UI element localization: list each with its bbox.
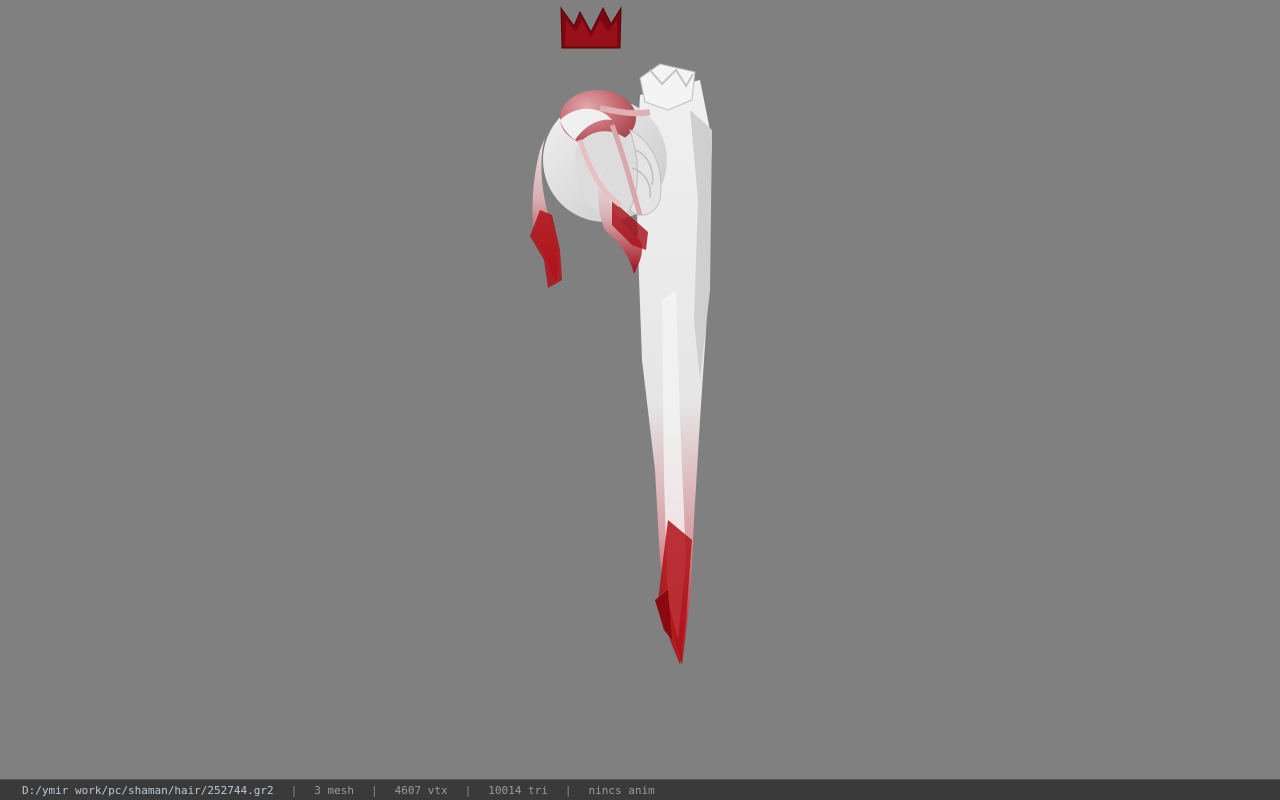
separator: | xyxy=(371,783,378,797)
crown-icon xyxy=(560,6,622,49)
status-bar: D:/ymir work/pc/shaman/hair/252744.gr2 |… xyxy=(0,779,1280,800)
separator: | xyxy=(564,783,572,797)
model-render xyxy=(530,6,712,665)
vertex-count: 4607 vtx xyxy=(394,783,448,797)
mesh-count: 3 mesh xyxy=(314,783,355,797)
3d-viewport[interactable] xyxy=(0,0,1280,779)
separator: | xyxy=(290,783,298,797)
file-path: D:/ymir work/pc/shaman/hair/252744.gr2 xyxy=(22,783,274,797)
triangle-count: 10014 tri xyxy=(488,783,548,797)
animation-status: nincs anim xyxy=(588,783,655,797)
separator: | xyxy=(464,783,472,797)
